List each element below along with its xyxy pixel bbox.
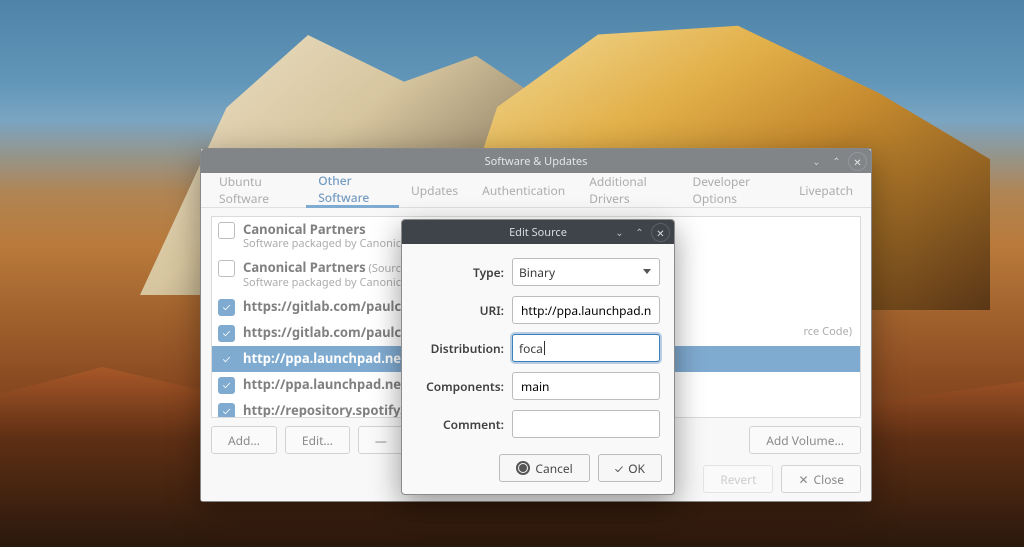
distribution-value: foca: [519, 340, 543, 357]
cancel-button[interactable]: Cancel: [499, 454, 589, 482]
dialog-title: Edit Source: [509, 225, 567, 240]
components-label: Components:: [416, 378, 504, 395]
comment-field[interactable]: [519, 415, 653, 434]
ok-button[interactable]: ✓OK: [598, 454, 662, 482]
minimize-icon[interactable]: ⌄: [611, 223, 628, 240]
edit-source-dialog: Edit Source ⌄ ⌃ ✕ Type: Binary URI: Dist…: [401, 219, 675, 495]
components-field[interactable]: [519, 377, 653, 396]
close-icon[interactable]: ✕: [651, 223, 670, 242]
desktop: Software & Updates ⌄ ⌃ ✕ Ubuntu Software…: [0, 0, 1024, 547]
cancel-icon: [516, 461, 530, 475]
type-value: Binary: [519, 264, 555, 281]
comment-input[interactable]: [512, 410, 660, 438]
comment-label: Comment:: [416, 416, 504, 433]
software-updates-window: Software & Updates ⌄ ⌃ ✕ Ubuntu Software…: [200, 148, 872, 502]
components-input[interactable]: [512, 372, 660, 400]
type-label: Type:: [416, 264, 504, 281]
check-icon: ✓: [615, 460, 623, 477]
uri-label: URI:: [416, 302, 504, 319]
dialog-form: Type: Binary URI: Distribution: foca Com…: [402, 244, 674, 448]
uri-input[interactable]: [512, 296, 660, 324]
distribution-input[interactable]: foca: [512, 334, 660, 362]
distribution-label: Distribution:: [416, 340, 504, 357]
type-dropdown[interactable]: Binary: [512, 258, 660, 286]
dialog-titlebar[interactable]: Edit Source ⌄ ⌃ ✕: [402, 220, 674, 244]
text-caret: [544, 341, 545, 355]
dialog-buttons: Cancel ✓OK: [402, 448, 674, 494]
uri-field[interactable]: [519, 301, 653, 320]
maximize-icon[interactable]: ⌃: [631, 223, 648, 240]
chevron-down-icon: [643, 269, 651, 274]
